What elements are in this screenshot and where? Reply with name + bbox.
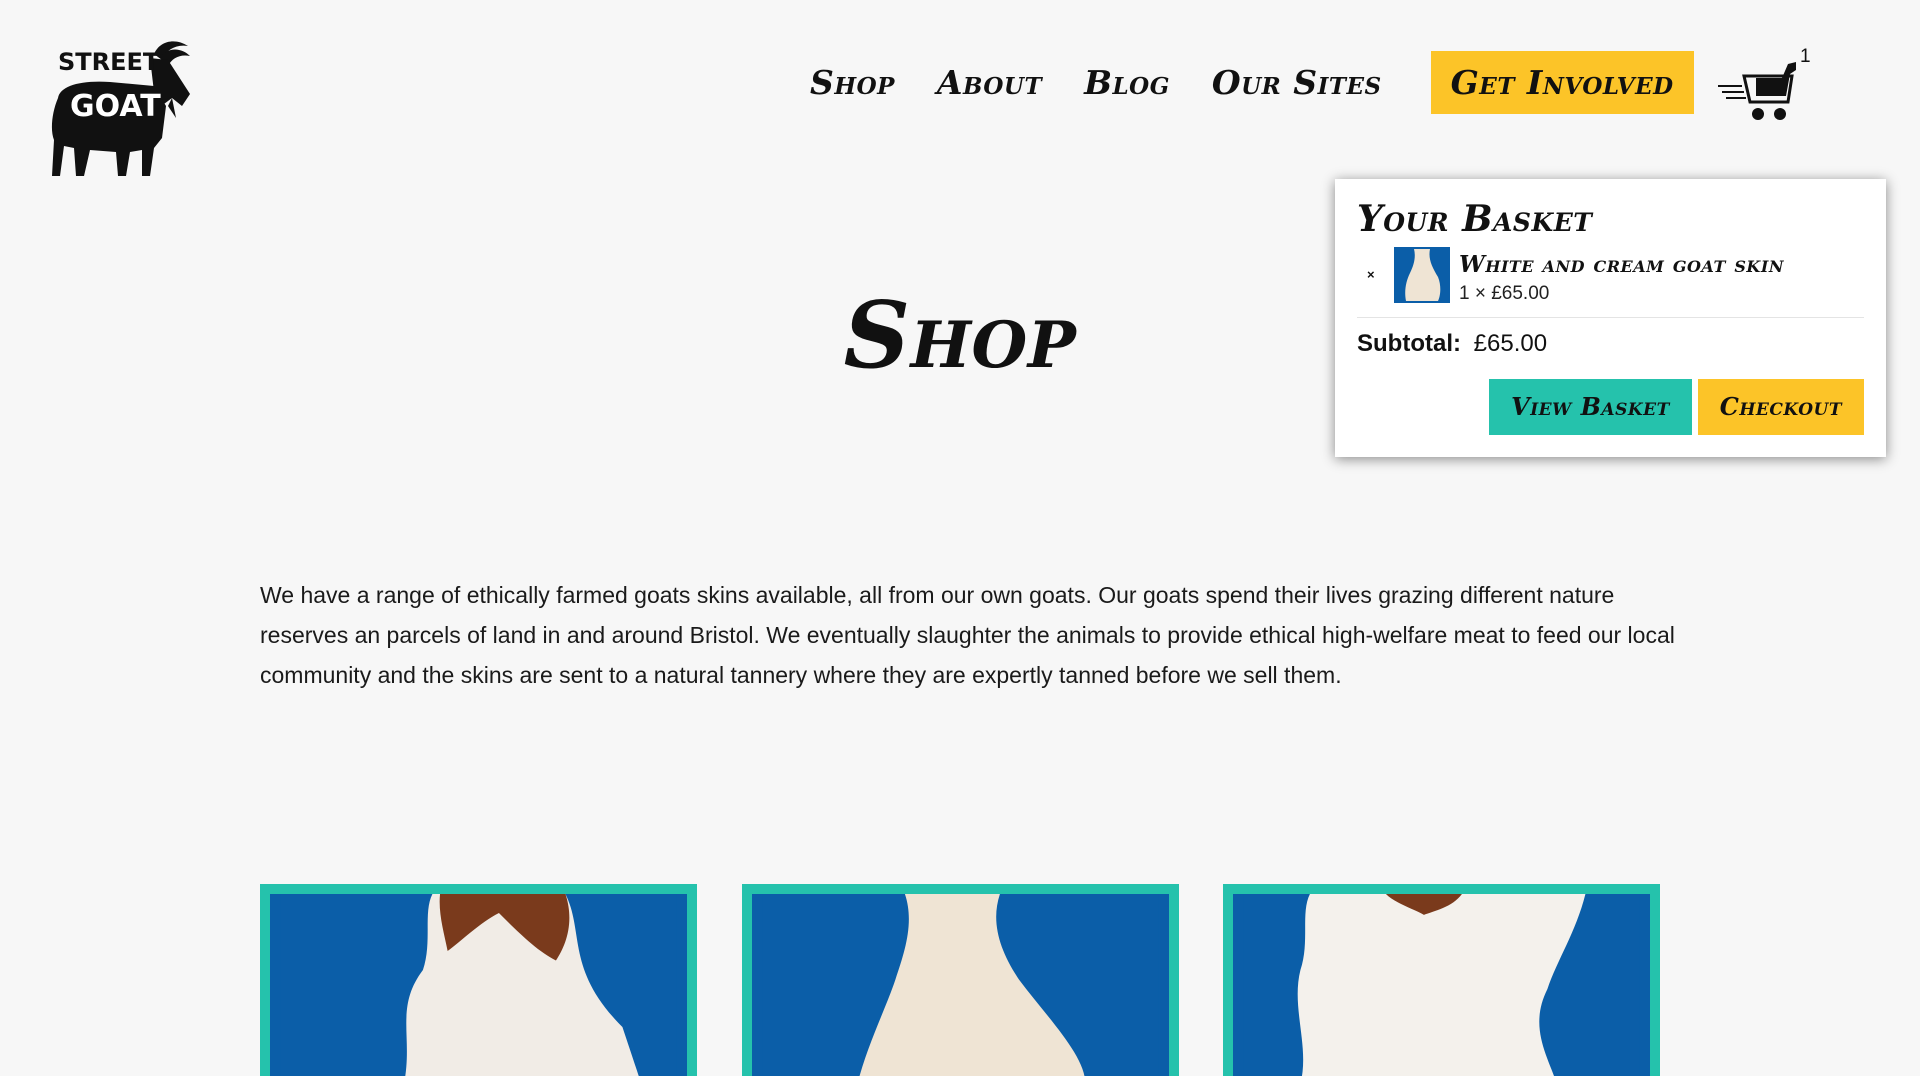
basket-item: × White and cream goat skin 1 × £65.00 (1357, 245, 1864, 311)
remove-item-button[interactable]: × (1367, 267, 1375, 282)
basket-title: Your Basket (1357, 198, 1593, 240)
checkout-button[interactable]: Checkout (1697, 379, 1864, 435)
white-goat-skin-image (1243, 894, 1640, 1076)
nav-link-shop[interactable]: Shop (810, 63, 895, 102)
get-involved-button[interactable]: Get Involved (1430, 50, 1694, 114)
view-basket-button[interactable]: View Basket (1489, 379, 1692, 435)
basket-item-thumbnail[interactable] (1394, 247, 1450, 303)
product-card-2[interactable] (742, 884, 1179, 1076)
page: STREET GOAT Shop About Blog Our Sites Ge… (0, 0, 1920, 1076)
intro-paragraph: We have a range of ethically farmed goat… (260, 582, 1675, 688)
cart-count-badge: 1 (1800, 46, 1811, 67)
subtotal-value: £65.00 (1473, 330, 1548, 357)
basket-dropdown: Your Basket × White and cream goat skin … (1335, 179, 1886, 457)
brown-white-goat-skin-image (280, 894, 677, 1076)
basket-item-quantity-price: 1 × £65.00 (1459, 283, 1550, 304)
basket-subtotal: Subtotal: £65.00 (1357, 328, 1864, 360)
goat-skin-thumbnail-icon (1394, 247, 1450, 303)
nav-link-our-sites[interactable]: Our Sites (1212, 63, 1382, 102)
svg-text:STREET: STREET (58, 48, 160, 76)
basket-divider (1357, 317, 1864, 318)
cart-goat-icon[interactable] (1716, 56, 1804, 124)
product-card-3[interactable] (1223, 884, 1660, 1076)
main-nav: Shop About Blog Our Sites Get Involved (810, 50, 1694, 114)
subtotal-label: Subtotal: (1357, 330, 1461, 357)
nav-link-blog[interactable]: Blog (1084, 63, 1170, 102)
product-card-1[interactable] (260, 884, 697, 1076)
basket-item-name[interactable]: White and cream goat skin (1459, 251, 1784, 278)
basket-actions: View Basket Checkout (1489, 379, 1864, 435)
svg-text:GOAT: GOAT (70, 89, 161, 124)
cream-goat-skin-image (762, 894, 1159, 1076)
street-goat-logo[interactable]: STREET GOAT (50, 36, 198, 180)
nav-link-about[interactable]: About (937, 63, 1042, 102)
